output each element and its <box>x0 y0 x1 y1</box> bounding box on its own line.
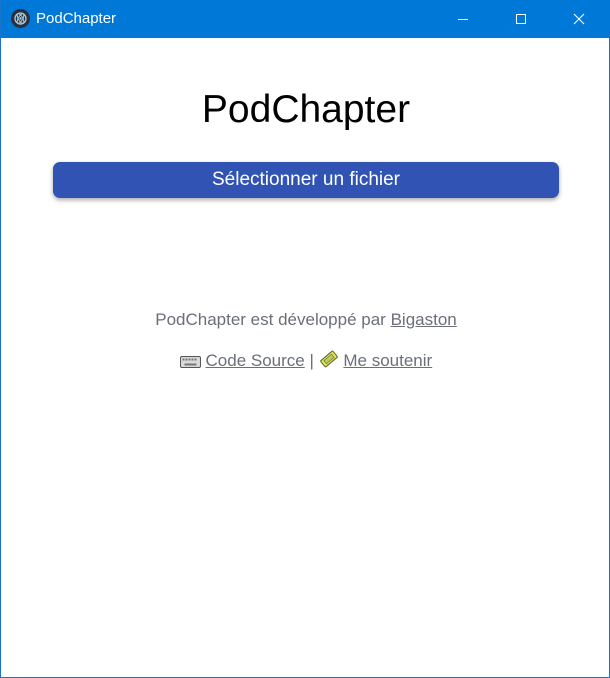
title-bar[interactable]: PodChapter <box>1 0 610 38</box>
maximize-icon <box>516 14 526 24</box>
app-logo-icon <box>11 9 30 28</box>
minimize-button[interactable] <box>434 0 492 38</box>
window-title: PodChapter <box>36 10 117 27</box>
credits-text: PodChapter est développé par <box>155 310 386 329</box>
select-file-button[interactable]: Sélectionner un fichier <box>53 162 559 198</box>
minimize-icon <box>458 19 468 20</box>
support-link[interactable]: Me soutenir <box>343 351 432 370</box>
footer-links: Code Source | Me soutenir <box>1 349 610 375</box>
close-icon <box>573 13 585 25</box>
keyboard-icon <box>179 353 201 375</box>
source-code-link[interactable]: Code Source <box>206 351 305 370</box>
ticket-icon <box>319 349 339 375</box>
credits-line: PodChapter est développé par Bigaston <box>1 309 610 331</box>
app-heading: PodChapter <box>201 88 411 131</box>
author-link[interactable]: Bigaston <box>391 310 457 329</box>
maximize-button[interactable] <box>492 0 550 38</box>
link-separator: | <box>309 351 314 370</box>
close-button[interactable] <box>550 0 608 38</box>
app-window: PodChapter PodChapter Sélectionner un fi… <box>0 0 610 678</box>
